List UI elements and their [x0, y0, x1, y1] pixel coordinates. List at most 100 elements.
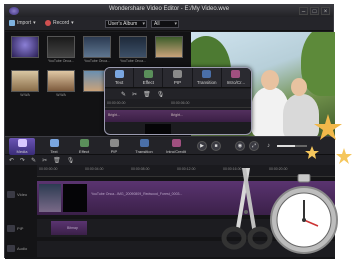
- tab-label: Intro/Credit: [166, 149, 186, 154]
- callout-ruler: 00:00:00.00 00:00:06.00: [105, 99, 251, 108]
- tab-pip[interactable]: PIP: [163, 68, 193, 87]
- callout-toolbar: ✎ ✂ 🗑 🎙: [105, 89, 251, 99]
- video-clip-label: YouTube Onca...IMG_20090809_Redwood_Fore…: [91, 192, 183, 196]
- effect-icon: [143, 70, 153, 78]
- stopwatch-icon: [270, 174, 338, 254]
- cut-icon[interactable]: ✂: [132, 91, 137, 98]
- import-icon: [9, 20, 15, 26]
- minimize-button[interactable]: –: [299, 7, 308, 15]
- row-label: Video: [17, 192, 28, 197]
- timeline-toolbar: ↶ ↷ ✎ ✂ 🗑 🎙: [5, 155, 335, 165]
- snapshot-button[interactable]: ◉: [235, 141, 245, 151]
- clip-label: Bright...: [108, 113, 121, 117]
- callout-tabs: Text Effect PIP Transition Intro/Cr...: [105, 68, 251, 88]
- voiceover-icon[interactable]: 🎙: [67, 157, 75, 164]
- tab-transition[interactable]: Transition: [193, 68, 222, 87]
- ruler-time: 00:00:00.00: [39, 167, 58, 171]
- library-item-label: W.WA: [20, 93, 30, 97]
- ruler-time: 00:00:04.00: [85, 167, 104, 171]
- window-controls: – □ ×: [299, 7, 330, 15]
- library-item[interactable]: [47, 36, 75, 58]
- intro-credit-icon: [171, 139, 181, 147]
- import-label: Import: [17, 20, 32, 26]
- redo-icon[interactable]: ↷: [20, 157, 25, 164]
- undo-icon[interactable]: ↶: [9, 157, 14, 164]
- chevron-down-icon: ▾: [71, 20, 74, 26]
- transition-icon: [139, 139, 149, 147]
- voiceover-icon[interactable]: 🎙: [157, 91, 165, 98]
- tab-label: Text: [50, 149, 58, 154]
- stop-button[interactable]: ■: [211, 141, 221, 151]
- row-label: PIP: [17, 226, 24, 231]
- close-button[interactable]: ×: [321, 7, 330, 15]
- fullscreen-button[interactable]: ⤢: [249, 141, 259, 151]
- callout-track[interactable]: Bright... Bright...: [105, 110, 251, 122]
- record-icon: [45, 20, 51, 26]
- clip-label: Bright...: [171, 113, 184, 117]
- import-button[interactable]: Import ▾: [9, 20, 36, 26]
- preview-face: [261, 70, 279, 90]
- edit-icon[interactable]: ✎: [31, 157, 36, 164]
- delete-icon[interactable]: 🗑: [143, 91, 151, 98]
- record-button[interactable]: Record ▾: [45, 20, 74, 26]
- function-tabs: Media Text Effect PIP Transition Intro/C…: [5, 136, 335, 155]
- record-label: Record: [53, 20, 70, 26]
- tab-text[interactable]: Text: [41, 138, 67, 155]
- tab-transition[interactable]: Transition: [131, 138, 157, 155]
- pip-icon: [173, 70, 182, 78]
- tab-label: Transition: [135, 149, 153, 154]
- tab-label: Effect: [78, 149, 90, 154]
- effect-icon: [79, 139, 89, 147]
- album-select[interactable]: User's Album: [105, 20, 147, 28]
- library-item[interactable]: [83, 36, 111, 58]
- delete-icon[interactable]: 🗑: [53, 157, 61, 164]
- library-item-label: W.WA: [56, 93, 66, 97]
- pip-clip-label: Bitmap: [67, 226, 78, 230]
- play-button[interactable]: ▶: [197, 141, 207, 151]
- volume-icon[interactable]: ♪: [267, 143, 270, 149]
- pip-clip[interactable]: Bitmap: [51, 221, 87, 235]
- tab-intro-credit[interactable]: Intro/Credit: [161, 138, 191, 155]
- library-item-label: YouTube Onca...: [83, 59, 110, 63]
- tab-label: PIP: [110, 149, 118, 154]
- ruler-time: 00:00:06.00: [171, 101, 190, 105]
- tab-intro-credit[interactable]: Intro/Cr...: [222, 68, 251, 87]
- library-item[interactable]: [119, 36, 147, 58]
- tab-pip[interactable]: PIP: [101, 138, 127, 155]
- media-icon: [17, 139, 27, 147]
- tab-label: Transition: [196, 80, 217, 85]
- library-item[interactable]: [11, 36, 39, 58]
- library-item[interactable]: [11, 70, 39, 92]
- volume-level: [277, 145, 295, 147]
- tab-media[interactable]: Media: [9, 138, 35, 155]
- edit-icon[interactable]: ✎: [121, 91, 126, 98]
- ruler-time: 00:00:12.00: [177, 167, 196, 171]
- cut-icon[interactable]: ✂: [42, 157, 47, 164]
- tab-label: Effect: [142, 80, 155, 85]
- ruler-time: 00:00:08.00: [131, 167, 150, 171]
- tab-label: Intro/Cr...: [226, 80, 246, 85]
- star-icon: [305, 146, 319, 159]
- row-label: Audio: [17, 246, 28, 251]
- intro-credit-icon: [231, 70, 241, 78]
- video-clip-thumb: [63, 184, 87, 212]
- maximize-button[interactable]: □: [310, 7, 319, 15]
- tab-text[interactable]: Text: [105, 68, 135, 87]
- text-icon: [114, 70, 124, 78]
- zoomed-tabs-callout: Text Effect PIP Transition Intro/Cr... ✎…: [104, 67, 252, 135]
- callout-clip-thumb: [145, 124, 171, 134]
- star-icon: [336, 148, 352, 164]
- tab-effect[interactable]: Effect: [134, 68, 164, 87]
- library-item-label: YouTube Onca...: [119, 59, 146, 63]
- library-item[interactable]: [47, 70, 75, 92]
- tab-effect[interactable]: Effect: [71, 138, 97, 155]
- library-item[interactable]: [155, 36, 183, 58]
- tab-label: Media: [16, 149, 28, 154]
- library-item-label: YouTube Onca...: [47, 59, 74, 63]
- tab-label: Text: [114, 80, 124, 85]
- title-bar: Wondershare Video Editor - E:/My Video.w…: [5, 5, 333, 17]
- star-icon: [314, 114, 342, 140]
- video-clip-thumb: [39, 184, 61, 212]
- library-toolbar: Import ▾ Record ▾ User's Album All: [5, 17, 333, 31]
- filter-select[interactable]: All: [151, 20, 179, 28]
